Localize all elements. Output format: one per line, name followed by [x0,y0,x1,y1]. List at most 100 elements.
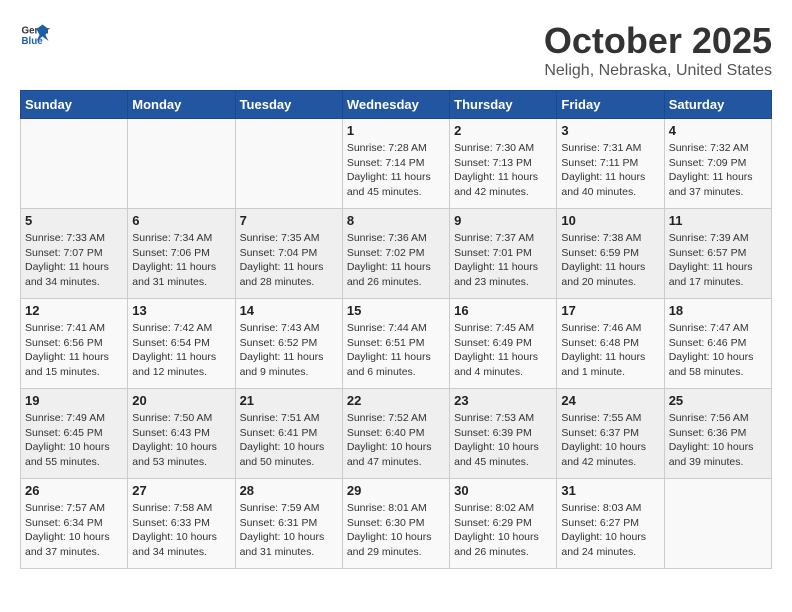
calendar-cell: 22Sunrise: 7:52 AM Sunset: 6:40 PM Dayli… [342,389,449,479]
calendar-cell [235,119,342,209]
day-info: Sunrise: 7:58 AM Sunset: 6:33 PM Dayligh… [132,501,230,560]
day-number: 29 [347,483,445,498]
day-info: Sunrise: 7:42 AM Sunset: 6:54 PM Dayligh… [132,321,230,380]
day-info: Sunrise: 7:50 AM Sunset: 6:43 PM Dayligh… [132,411,230,470]
calendar-cell: 26 Sunrise: 7:57 AM Sunset: 6:34 PM Dayli… [21,479,128,569]
day-info: Sunrise: 7:32 AM Sunset: 7:09 PM Dayligh… [669,141,767,200]
day-info: Sunrise: 7:44 AM Sunset: 6:51 PM Dayligh… [347,321,445,380]
calendar-cell: 12 Sunrise: 7:41 AM Sunset: 6:56 PM Dayli… [21,299,128,389]
day-info: Sunrise: 7:51 AM Sunset: 6:41 PM Dayligh… [240,411,338,470]
day-number: 15 [347,303,445,318]
calendar-table: SundayMondayTuesdayWednesdayThursdayFrid… [20,90,772,569]
day-info: Sunrise: 7:36 AM Sunset: 7:02 PM Dayligh… [347,231,445,290]
day-number: 17 [561,303,659,318]
calendar-cell: 20 Sunrise: 7:50 AM Sunset: 6:43 PM Dayli… [128,389,235,479]
calendar-cell: 9Sunrise: 7:37 AM Sunset: 7:01 PM Daylig… [450,209,557,299]
day-number: 19 [25,393,123,408]
calendar-cell [21,119,128,209]
day-number: 30 [454,483,552,498]
day-number: 3 [561,123,659,138]
day-number: 14 [240,303,338,318]
day-number: 9 [454,213,552,228]
day-info: Sunrise: 7:28 AM Sunset: 7:14 PM Dayligh… [347,141,445,200]
calendar-cell: 19 Sunrise: 7:49 AM Sunset: 6:45 PM Dayli… [21,389,128,479]
location: Neligh, Nebraska, United States [544,62,772,80]
day-number: 18 [669,303,767,318]
day-info: Sunrise: 7:45 AM Sunset: 6:49 PM Dayligh… [454,321,552,380]
calendar-cell: 17 Sunrise: 7:46 AM Sunset: 6:48 PM Dayli… [557,299,664,389]
weekday-header-row: SundayMondayTuesdayWednesdayThursdayFrid… [21,91,772,119]
weekday-header-wednesday: Wednesday [342,91,449,119]
day-info: Sunrise: 7:53 AM Sunset: 6:39 PM Dayligh… [454,411,552,470]
day-info: Sunrise: 7:33 AM Sunset: 7:07 PM Dayligh… [25,231,123,290]
day-info: Sunrise: 7:52 AM Sunset: 6:40 PM Dayligh… [347,411,445,470]
day-info: Sunrise: 7:47 AM Sunset: 6:46 PM Dayligh… [669,321,767,380]
calendar-cell: 16 Sunrise: 7:45 AM Sunset: 6:49 PM Dayli… [450,299,557,389]
calendar-cell: 29Sunrise: 8:01 AM Sunset: 6:30 PM Dayli… [342,479,449,569]
day-info: Sunrise: 8:03 AM Sunset: 6:27 PM Dayligh… [561,501,659,560]
calendar-cell: 27 Sunrise: 7:58 AM Sunset: 6:33 PM Dayli… [128,479,235,569]
day-number: 8 [347,213,445,228]
calendar-cell: 14 Sunrise: 7:43 AM Sunset: 6:52 PM Dayli… [235,299,342,389]
day-number: 26 [25,483,123,498]
calendar-cell [664,479,771,569]
calendar-week-row: 26 Sunrise: 7:57 AM Sunset: 6:34 PM Dayli… [21,479,772,569]
calendar-week-row: 19 Sunrise: 7:49 AM Sunset: 6:45 PM Dayli… [21,389,772,479]
day-number: 23 [454,393,552,408]
calendar-cell: 6Sunrise: 7:34 AM Sunset: 7:06 PM Daylig… [128,209,235,299]
day-number: 20 [132,393,230,408]
day-number: 7 [240,213,338,228]
day-number: 16 [454,303,552,318]
calendar-cell: 30Sunrise: 8:02 AM Sunset: 6:29 PM Dayli… [450,479,557,569]
weekday-header-sunday: Sunday [21,91,128,119]
month-title: October 2025 [544,20,772,62]
calendar-week-row: 1 Sunrise: 7:28 AM Sunset: 7:14 PM Daylig… [21,119,772,209]
day-info: Sunrise: 7:35 AM Sunset: 7:04 PM Dayligh… [240,231,338,290]
calendar-cell: 2 Sunrise: 7:30 AM Sunset: 7:13 PM Daylig… [450,119,557,209]
day-number: 24 [561,393,659,408]
calendar-cell: 8 Sunrise: 7:36 AM Sunset: 7:02 PM Daylig… [342,209,449,299]
day-number: 27 [132,483,230,498]
calendar-cell [128,119,235,209]
day-info: Sunrise: 7:38 AM Sunset: 6:59 PM Dayligh… [561,231,659,290]
day-number: 1 [347,123,445,138]
calendar-cell: 4 Sunrise: 7:32 AM Sunset: 7:09 PM Daylig… [664,119,771,209]
calendar-cell: 28 Sunrise: 7:59 AM Sunset: 6:31 PM Dayli… [235,479,342,569]
day-info: Sunrise: 7:30 AM Sunset: 7:13 PM Dayligh… [454,141,552,200]
title-area: October 2025 Neligh, Nebraska, United St… [544,20,772,80]
day-info: Sunrise: 7:46 AM Sunset: 6:48 PM Dayligh… [561,321,659,380]
calendar-cell: 10Sunrise: 7:38 AM Sunset: 6:59 PM Dayli… [557,209,664,299]
day-info: Sunrise: 7:59 AM Sunset: 6:31 PM Dayligh… [240,501,338,560]
calendar-cell: 11Sunrise: 7:39 AM Sunset: 6:57 PM Dayli… [664,209,771,299]
calendar-cell: 13 Sunrise: 7:42 AM Sunset: 6:54 PM Dayli… [128,299,235,389]
day-number: 5 [25,213,123,228]
day-number: 25 [669,393,767,408]
day-number: 11 [669,213,767,228]
day-info: Sunrise: 7:57 AM Sunset: 6:34 PM Dayligh… [25,501,123,560]
day-number: 2 [454,123,552,138]
weekday-header-friday: Friday [557,91,664,119]
day-info: Sunrise: 7:49 AM Sunset: 6:45 PM Dayligh… [25,411,123,470]
logo: General Blue [20,20,50,50]
day-number: 31 [561,483,659,498]
day-number: 4 [669,123,767,138]
day-info: Sunrise: 7:55 AM Sunset: 6:37 PM Dayligh… [561,411,659,470]
calendar-cell: 1 Sunrise: 7:28 AM Sunset: 7:14 PM Daylig… [342,119,449,209]
day-number: 28 [240,483,338,498]
day-info: Sunrise: 7:41 AM Sunset: 6:56 PM Dayligh… [25,321,123,380]
weekday-header-monday: Monday [128,91,235,119]
day-number: 6 [132,213,230,228]
calendar-cell: 24 Sunrise: 7:55 AM Sunset: 6:37 PM Dayli… [557,389,664,479]
calendar-cell: 15 Sunrise: 7:44 AM Sunset: 6:51 PM Dayli… [342,299,449,389]
day-info: Sunrise: 7:31 AM Sunset: 7:11 PM Dayligh… [561,141,659,200]
day-info: Sunrise: 7:43 AM Sunset: 6:52 PM Dayligh… [240,321,338,380]
weekday-header-saturday: Saturday [664,91,771,119]
calendar-cell: 21 Sunrise: 7:51 AM Sunset: 6:41 PM Dayli… [235,389,342,479]
day-number: 12 [25,303,123,318]
day-number: 21 [240,393,338,408]
calendar-cell: 31 Sunrise: 8:03 AM Sunset: 6:27 PM Dayli… [557,479,664,569]
logo-icon: General Blue [20,20,50,50]
calendar-cell: 23 Sunrise: 7:53 AM Sunset: 6:39 PM Dayli… [450,389,557,479]
day-number: 13 [132,303,230,318]
calendar-week-row: 5 Sunrise: 7:33 AM Sunset: 7:07 PM Daylig… [21,209,772,299]
